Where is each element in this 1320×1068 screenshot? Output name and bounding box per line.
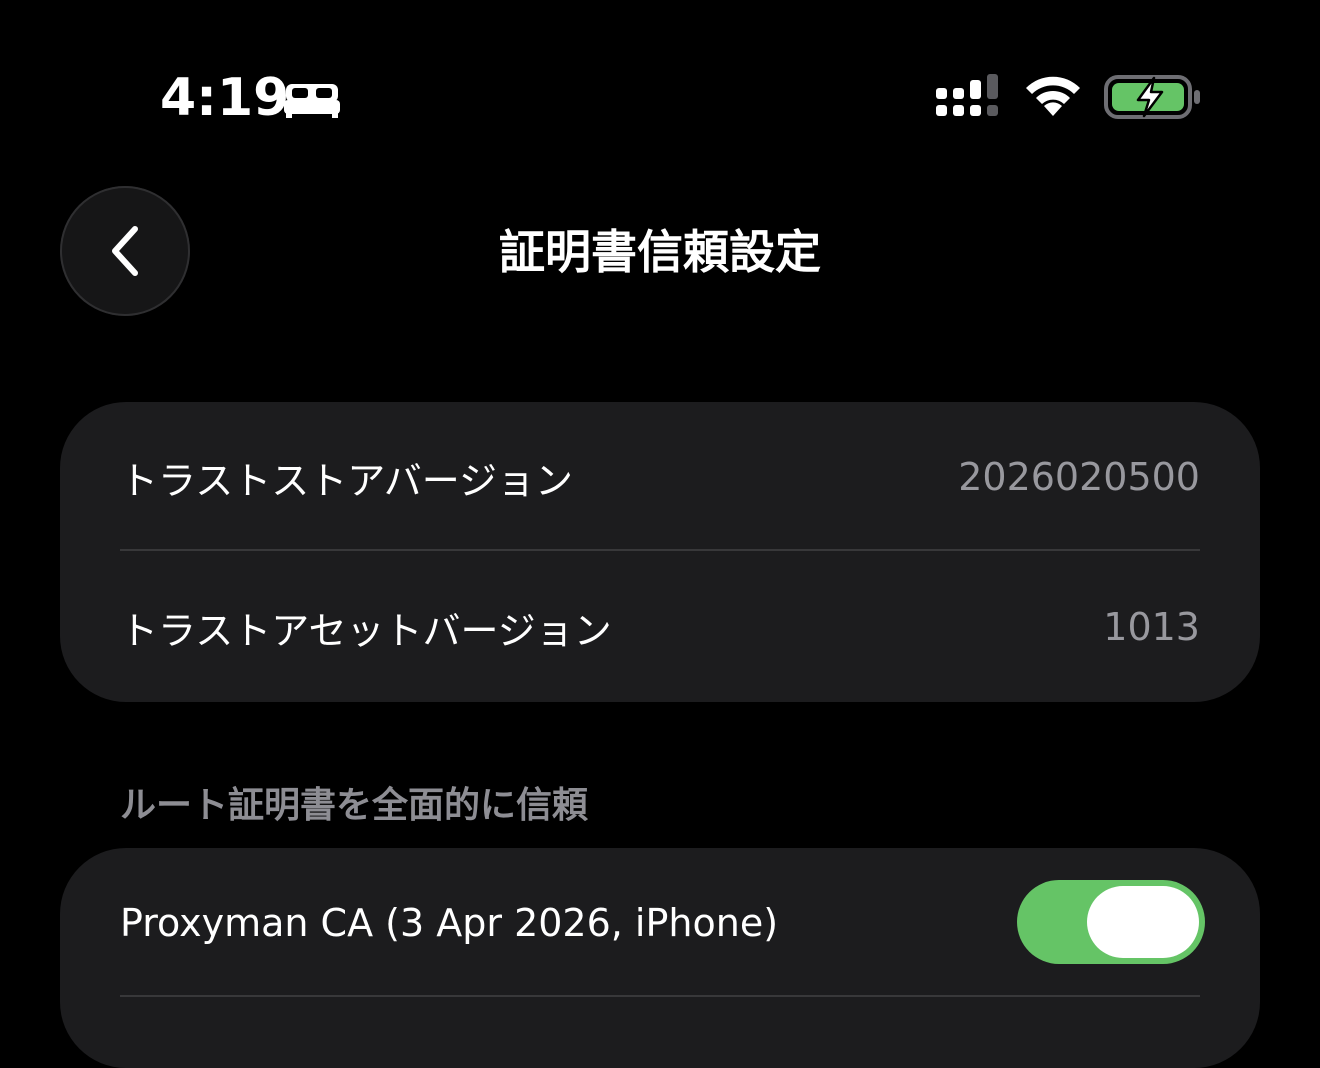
status-bar: 4:19	[0, 0, 1320, 190]
trust-store-version-row: トラストストアバージョン 2026020500	[120, 402, 1200, 552]
back-button[interactable]	[60, 186, 190, 316]
certificate-trust-toggle[interactable]	[1017, 880, 1205, 964]
section-header: ルート証明書を全面的に信頼	[120, 785, 589, 826]
row-divider	[120, 995, 1200, 997]
row-value: 1013	[1103, 605, 1200, 649]
page-title: 証明書信頼設定	[499, 225, 821, 279]
row-value: 2026020500	[958, 455, 1200, 499]
row-label: トラストアセットバージョン	[120, 608, 612, 653]
cellular-signal-icon	[936, 74, 998, 116]
wifi-icon	[1026, 76, 1080, 116]
row-label: トラストストアバージョン	[120, 458, 573, 503]
trust-asset-version-row: トラストアセットバージョン 1013	[120, 552, 1200, 702]
toggle-knob	[1087, 886, 1199, 958]
battery-charging-icon	[1104, 75, 1200, 119]
certificate-name: Proxyman CA (3 Apr 2026, iPhone)	[120, 901, 779, 945]
bed-icon	[284, 84, 340, 118]
trust-store-info-card: トラストストアバージョン 2026020500 トラストアセットバージョン 10…	[60, 402, 1260, 702]
root-certificates-card: Proxyman CA (3 Apr 2026, iPhone)	[60, 848, 1260, 1068]
status-time: 4:19	[160, 68, 290, 128]
chevron-left-icon	[112, 226, 138, 276]
row-divider	[120, 549, 1200, 551]
